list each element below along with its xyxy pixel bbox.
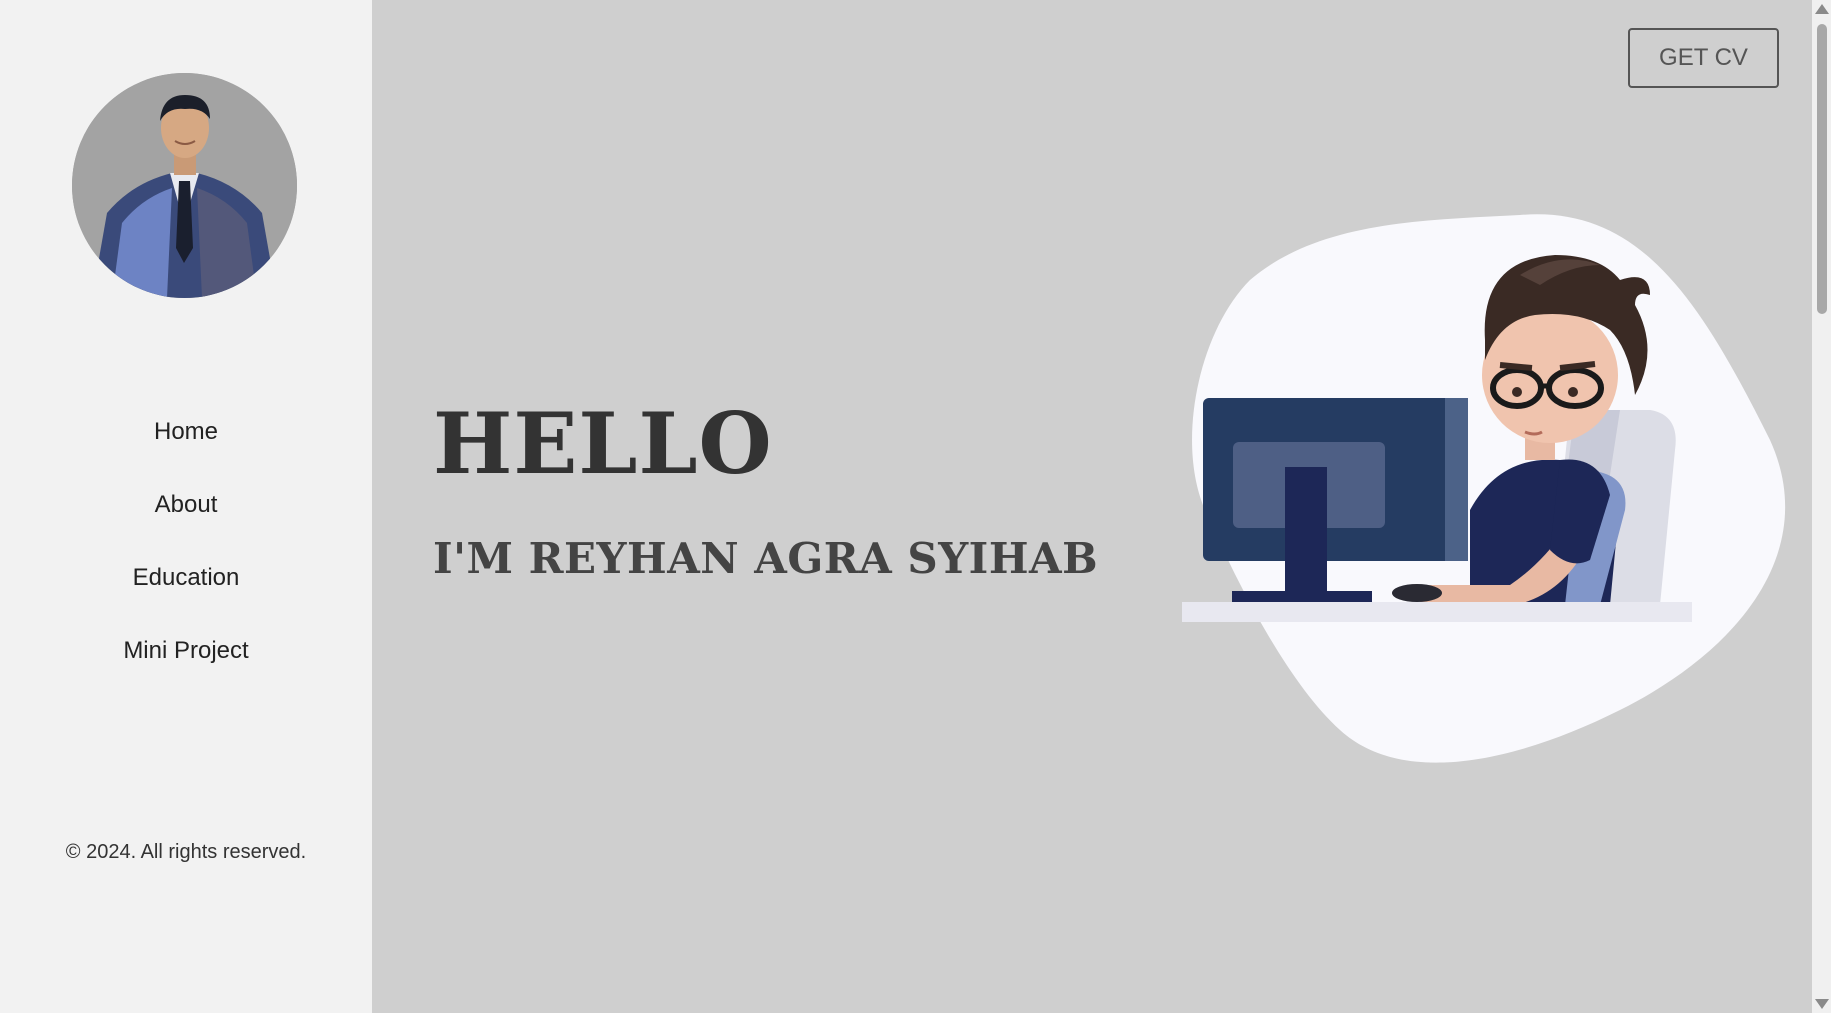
copyright-text: © 2024. All rights reserved. [65, 841, 307, 863]
vertical-scrollbar[interactable] [1812, 0, 1831, 1013]
profile-photo [72, 73, 297, 298]
scroll-down-arrow-icon[interactable] [1815, 999, 1829, 1009]
sidebar: Home About Education Mini Project © 2024… [0, 0, 372, 1013]
nav-item-home[interactable]: Home [0, 408, 372, 481]
sidebar-nav: Home About Education Mini Project [0, 408, 372, 700]
scroll-up-arrow-icon[interactable] [1815, 4, 1829, 14]
developer-illustration [1180, 210, 1800, 815]
hero-greeting: HELLO [433, 394, 773, 493]
get-cv-button[interactable]: GET CV [1628, 28, 1779, 88]
nav-item-mini-project[interactable]: Mini Project [0, 627, 372, 700]
scrollbar-thumb[interactable] [1817, 24, 1827, 314]
nav-item-education[interactable]: Education [0, 554, 372, 627]
developer-at-computer-image [1182, 214, 1786, 763]
profile-avatar [72, 73, 297, 298]
hero-subtitle: I'M REYHAN AGRA SYIHAB [433, 534, 1099, 583]
nav-item-about[interactable]: About [0, 481, 372, 554]
